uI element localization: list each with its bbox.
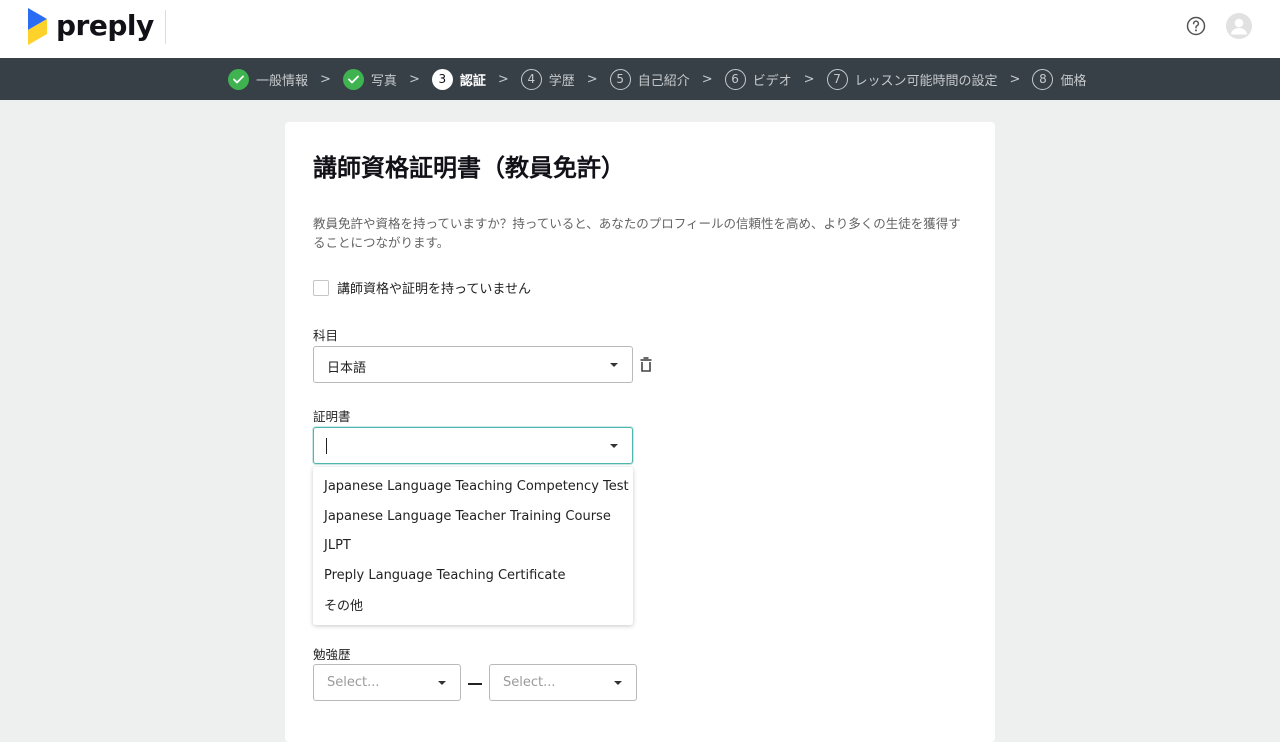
subject-select[interactable]: 日本語 xyxy=(313,346,633,383)
study-from-select[interactable]: Select... xyxy=(313,664,461,701)
text-cursor xyxy=(326,438,327,454)
step-number: 5 xyxy=(609,68,631,90)
dropdown-option[interactable]: Japanese Language Teaching Competency Te… xyxy=(313,472,633,502)
step-item[interactable]: 一般情報 xyxy=(228,68,309,90)
check-icon xyxy=(342,68,364,90)
step-item[interactable]: 7 レッスン可能時間の設定 xyxy=(826,68,998,90)
step-label: 認証 xyxy=(459,73,486,89)
no-certificate-option[interactable]: 講師資格や証明を持っていません xyxy=(313,278,531,297)
chevron-down-icon xyxy=(610,363,618,367)
chevron-right-icon: > xyxy=(586,71,598,87)
study-to-select[interactable]: Select... xyxy=(489,664,637,701)
certificate-label: 証明書 xyxy=(313,409,351,424)
study-from-placeholder: Select... xyxy=(327,675,380,690)
study-history-label: 勉強歴 xyxy=(313,647,351,662)
step-item[interactable]: 3 認証 xyxy=(431,68,486,90)
subject-label: 科目 xyxy=(313,328,339,343)
chevron-right-icon: > xyxy=(701,71,713,87)
step-label: レッスン可能時間の設定 xyxy=(854,73,998,89)
dropdown-option[interactable]: JLPT xyxy=(313,531,633,561)
chevron-down-icon xyxy=(614,681,622,685)
logo-text: preply xyxy=(56,8,154,42)
no-certificate-checkbox[interactable] xyxy=(313,279,329,296)
subject-value: 日本語 xyxy=(327,361,367,376)
step-label: ビデオ xyxy=(752,73,792,89)
step-number: 7 xyxy=(826,68,848,90)
step-item[interactable]: 8 価格 xyxy=(1032,68,1087,90)
step-number: 4 xyxy=(520,68,542,90)
dropdown-option[interactable]: Preply Language Teaching Certificate xyxy=(313,561,633,591)
certificate-select[interactable] xyxy=(313,427,633,464)
step-label: 写真 xyxy=(370,73,397,89)
avatar-icon[interactable] xyxy=(1226,13,1252,39)
header-divider xyxy=(165,10,166,44)
step-item[interactable]: 6 ビデオ xyxy=(724,68,792,90)
step-item[interactable]: 写真 xyxy=(342,68,397,90)
chevron-down-icon xyxy=(438,681,446,685)
dropdown-option[interactable]: その他 xyxy=(313,590,633,620)
step-label: 学歴 xyxy=(548,73,575,89)
step-label: 価格 xyxy=(1060,73,1087,89)
step-list: 一般情報 > 写真 >3 認証 >4 学歴 >5 自己紹介 >6 ビデオ >7 レッスン可能時間の設定 >… xyxy=(228,58,1086,100)
chevron-right-icon: > xyxy=(408,71,420,87)
page-title: 講師資格証明書（教員免許） xyxy=(313,154,625,182)
top-header: preply xyxy=(0,0,1280,58)
trash-icon[interactable] xyxy=(639,357,653,373)
step-progress-bar: 一般情報 > 写真 >3 認証 >4 学歴 >5 自己紹介 >6 ビデオ >7 レッスン可能時間の設定 >… xyxy=(0,58,1280,100)
step-number: 3 xyxy=(431,68,453,90)
range-dash xyxy=(468,683,482,685)
step-label: 一般情報 xyxy=(256,73,309,89)
step-label: 自己紹介 xyxy=(637,73,690,89)
chevron-right-icon: > xyxy=(1009,71,1021,87)
step-number: 6 xyxy=(724,68,746,90)
preply-logo[interactable]: preply xyxy=(28,8,154,46)
help-icon[interactable] xyxy=(1186,16,1206,36)
certification-form-card: 講師資格証明書（教員免許） 教員免許や資格を持っていますか？持っていると、あなた… xyxy=(285,122,995,742)
step-number: 8 xyxy=(1032,68,1054,90)
chevron-down-icon xyxy=(610,444,618,448)
step-item[interactable]: 5 自己紹介 xyxy=(609,68,690,90)
form-description: 教員免許や資格を持っていますか？持っていると、あなたのプロフィールの信頼性を高め… xyxy=(313,216,961,250)
chevron-right-icon: > xyxy=(803,71,815,87)
preply-logo-icon xyxy=(28,8,47,45)
step-item[interactable]: 4 学歴 xyxy=(520,68,575,90)
chevron-right-icon: > xyxy=(497,71,509,87)
certificate-dropdown-menu: Japanese Language Teaching Competency Te… xyxy=(313,467,633,625)
check-icon xyxy=(228,68,249,90)
chevron-right-icon: > xyxy=(320,71,331,87)
dropdown-option[interactable]: Japanese Language Teacher Training Cours… xyxy=(313,502,633,532)
no-certificate-label: 講師資格や証明を持っていません xyxy=(337,282,531,297)
study-to-placeholder: Select... xyxy=(503,675,556,690)
